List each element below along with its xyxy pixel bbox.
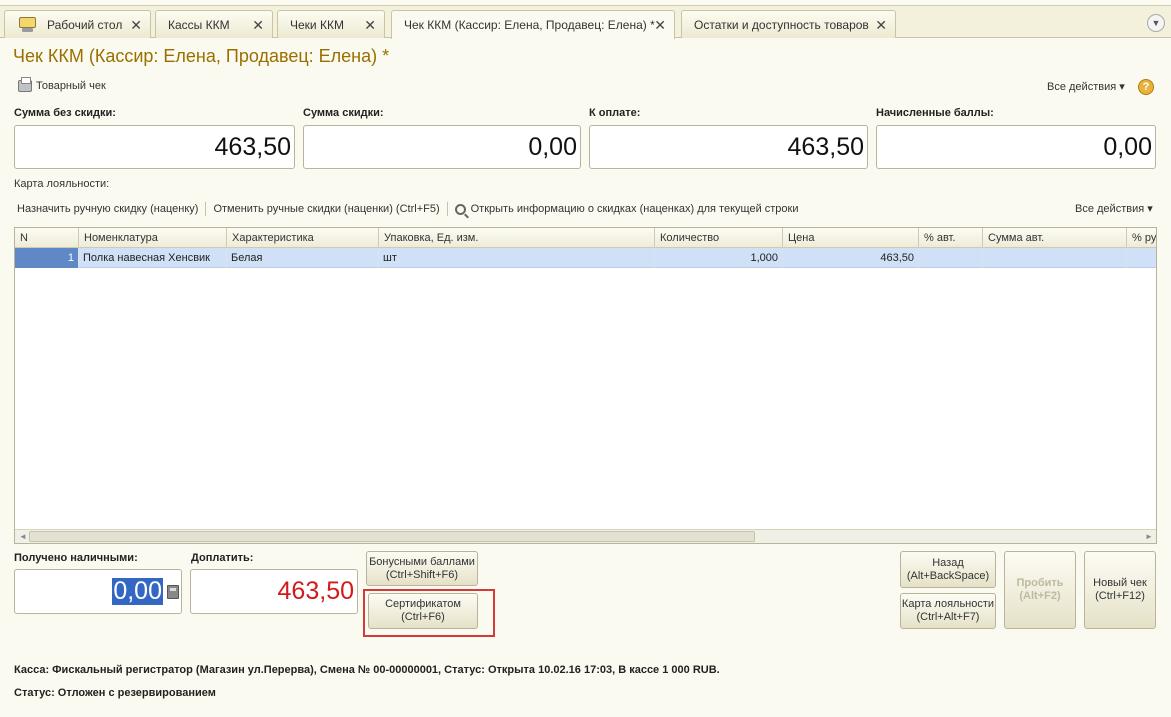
toolbar-separator (446, 202, 448, 216)
cancel-manual-discount-button[interactable]: Отменить ручные скидки (наценки) (Ctrl+F… (213, 203, 439, 215)
cell-quantity[interactable]: 1,000 (655, 248, 783, 268)
all-actions-button[interactable]: Все действия ▾ (1047, 80, 1125, 93)
col-item[interactable]: Номенклатура (79, 228, 227, 248)
tab-bar: Рабочий стол ✕ Кассы ККМ ✕ Чеки ККМ ✕ Че… (0, 6, 1171, 39)
close-icon[interactable]: ✕ (654, 17, 666, 34)
pay-bonus-button[interactable]: Бонусными баллами (Ctrl+Shift+F6) (366, 551, 478, 586)
button-shortcut: (Alt+BackSpace) (906, 569, 990, 582)
kassa-status-text: Касса: Фискальный регистратор (Магазин у… (14, 664, 720, 676)
cell-pct-manual[interactable] (1127, 248, 1156, 268)
table-row[interactable]: 1 Полка навесная Хенсвик Белая шт 1,000 … (15, 248, 1156, 268)
calculator-icon[interactable] (167, 585, 179, 599)
tab-desktop[interactable]: Рабочий стол ✕ (4, 10, 151, 38)
col-n[interactable]: N (15, 228, 79, 248)
back-button[interactable]: Назад (Alt+BackSpace) (900, 551, 996, 588)
tabs-menu-icon[interactable]: ▼ (1147, 14, 1165, 32)
items-table: N Номенклатура Характеристика Упаковка, … (14, 227, 1157, 544)
col-characteristic[interactable]: Характеристика (227, 228, 379, 248)
tab-cheki[interactable]: Чеки ККМ ✕ (277, 10, 385, 38)
sum-discount-field: 0,00 (303, 125, 581, 169)
desktop-icon (17, 16, 39, 34)
button-shortcut: (Ctrl+F12) (1095, 590, 1145, 602)
discount-toolbar: Назначить ручную скидку (наценку) Отмени… (14, 202, 799, 216)
tab-label: Остатки и доступность товаров (694, 17, 869, 32)
new-check-button[interactable]: Новый чек (Ctrl+F12) (1084, 551, 1156, 629)
table-header: N Номенклатура Характеристика Упаковка, … (15, 228, 1156, 248)
sum-no-discount-field: 463,50 (14, 125, 295, 169)
to-pay-label: К оплате: (589, 107, 641, 119)
points-field: 0,00 (876, 125, 1156, 169)
tab-label: Чеки ККМ (290, 17, 344, 32)
button-line: Карта лояльности (901, 598, 995, 610)
tab-stock[interactable]: Остатки и доступность товаров ✕ (681, 10, 896, 38)
printer-icon (18, 77, 32, 92)
sum-discount-label: Сумма скидки: (303, 107, 384, 119)
tab-label: Кассы ККМ (168, 17, 230, 32)
cell-item[interactable]: Полка навесная Хенсвик (79, 248, 227, 268)
col-unit[interactable]: Упаковка, Ед. изм. (379, 228, 655, 248)
cell-n[interactable]: 1 (15, 248, 79, 268)
sum-no-discount-label: Сумма без скидки: (14, 107, 116, 119)
col-pct-manual[interactable]: % руч (1127, 228, 1156, 248)
loyalty-card-label: Карта лояльности: (14, 178, 110, 190)
to-pay-extra-field: 463,50 (190, 569, 358, 614)
button-shortcut: (Alt+F2) (1019, 590, 1061, 602)
cell-unit[interactable]: шт (379, 248, 655, 268)
cash-received-value: 0,00 (112, 577, 163, 605)
cash-received-label: Получено наличными: (14, 552, 138, 564)
loyalty-card-button[interactable]: Карта лояльности (Ctrl+Alt+F7) (900, 593, 996, 629)
table-all-actions-button[interactable]: Все действия ▾ (1075, 202, 1153, 215)
cell-sum-auto[interactable] (983, 248, 1127, 268)
close-icon[interactable]: ✕ (364, 17, 376, 34)
print-label: Товарный чек (36, 80, 106, 92)
scroll-left-icon[interactable]: ◄ (19, 532, 27, 541)
scroll-right-icon[interactable]: ► (1145, 532, 1153, 541)
button-shortcut: (Ctrl+Alt+F7) (916, 611, 980, 623)
col-pct-auto[interactable]: % авт. (919, 228, 983, 248)
horizontal-scrollbar[interactable]: ◄ ► (15, 529, 1156, 543)
cell-pct-auto[interactable] (919, 248, 983, 268)
open-discount-info-button[interactable]: Открыть информацию о скидках (наценках) … (471, 203, 799, 215)
button-line: Назад (932, 556, 964, 569)
highlight-frame (363, 589, 495, 637)
button-line: Новый чек (1093, 577, 1147, 589)
close-icon[interactable]: ✕ (252, 17, 264, 34)
to-pay-field: 463,50 (589, 125, 868, 169)
help-icon[interactable]: ? (1138, 79, 1154, 95)
col-quantity[interactable]: Количество (655, 228, 783, 248)
col-price[interactable]: Цена (783, 228, 919, 248)
scrollbar-thumb[interactable] (29, 531, 755, 542)
tab-current-check[interactable]: Чек ККМ (Кассир: Елена, Продавец: Елена)… (391, 10, 675, 39)
cell-price[interactable]: 463,50 (783, 248, 919, 268)
cell-characteristic[interactable]: Белая (227, 248, 379, 268)
page-title: Чек ККМ (Кассир: Елена, Продавец: Елена)… (13, 46, 390, 66)
cash-received-input[interactable]: 0,00 (14, 569, 182, 614)
close-icon[interactable]: ✕ (130, 17, 142, 34)
punch-check-button[interactable]: Пробить (Alt+F2) (1004, 551, 1076, 629)
tab-kassy[interactable]: Кассы ККМ ✕ (155, 10, 273, 38)
to-pay-extra-label: Доплатить: (191, 552, 254, 564)
button-line: Бонусными баллами (369, 555, 475, 568)
tab-label: Рабочий стол (47, 17, 123, 32)
button-shortcut: (Ctrl+Shift+F6) (385, 568, 459, 581)
col-sum-auto[interactable]: Сумма авт. (983, 228, 1127, 248)
tab-label: Чек ККМ (Кассир: Елена, Продавец: Елена)… (404, 18, 655, 32)
document-status-text: Статус: Отложен с резервированием (14, 687, 216, 699)
print-receipt-button[interactable]: Товарный чек (18, 77, 106, 92)
toolbar-separator (205, 202, 207, 216)
points-label: Начисленные баллы: (876, 107, 994, 119)
button-line: Пробить (1016, 577, 1064, 589)
manual-discount-button[interactable]: Назначить ручную скидку (наценку) (14, 203, 198, 215)
search-icon (454, 203, 466, 215)
close-icon[interactable]: ✕ (875, 17, 887, 34)
